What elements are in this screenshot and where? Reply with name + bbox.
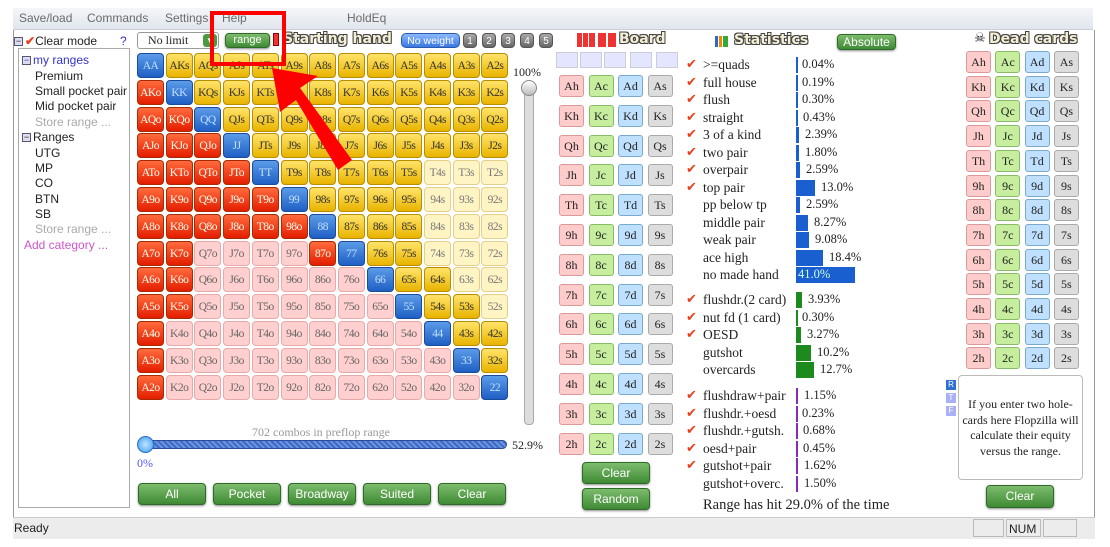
annotation-overlay bbox=[210, 11, 352, 170]
red-arrow-icon bbox=[272, 68, 352, 170]
highlight-box bbox=[210, 11, 286, 66]
